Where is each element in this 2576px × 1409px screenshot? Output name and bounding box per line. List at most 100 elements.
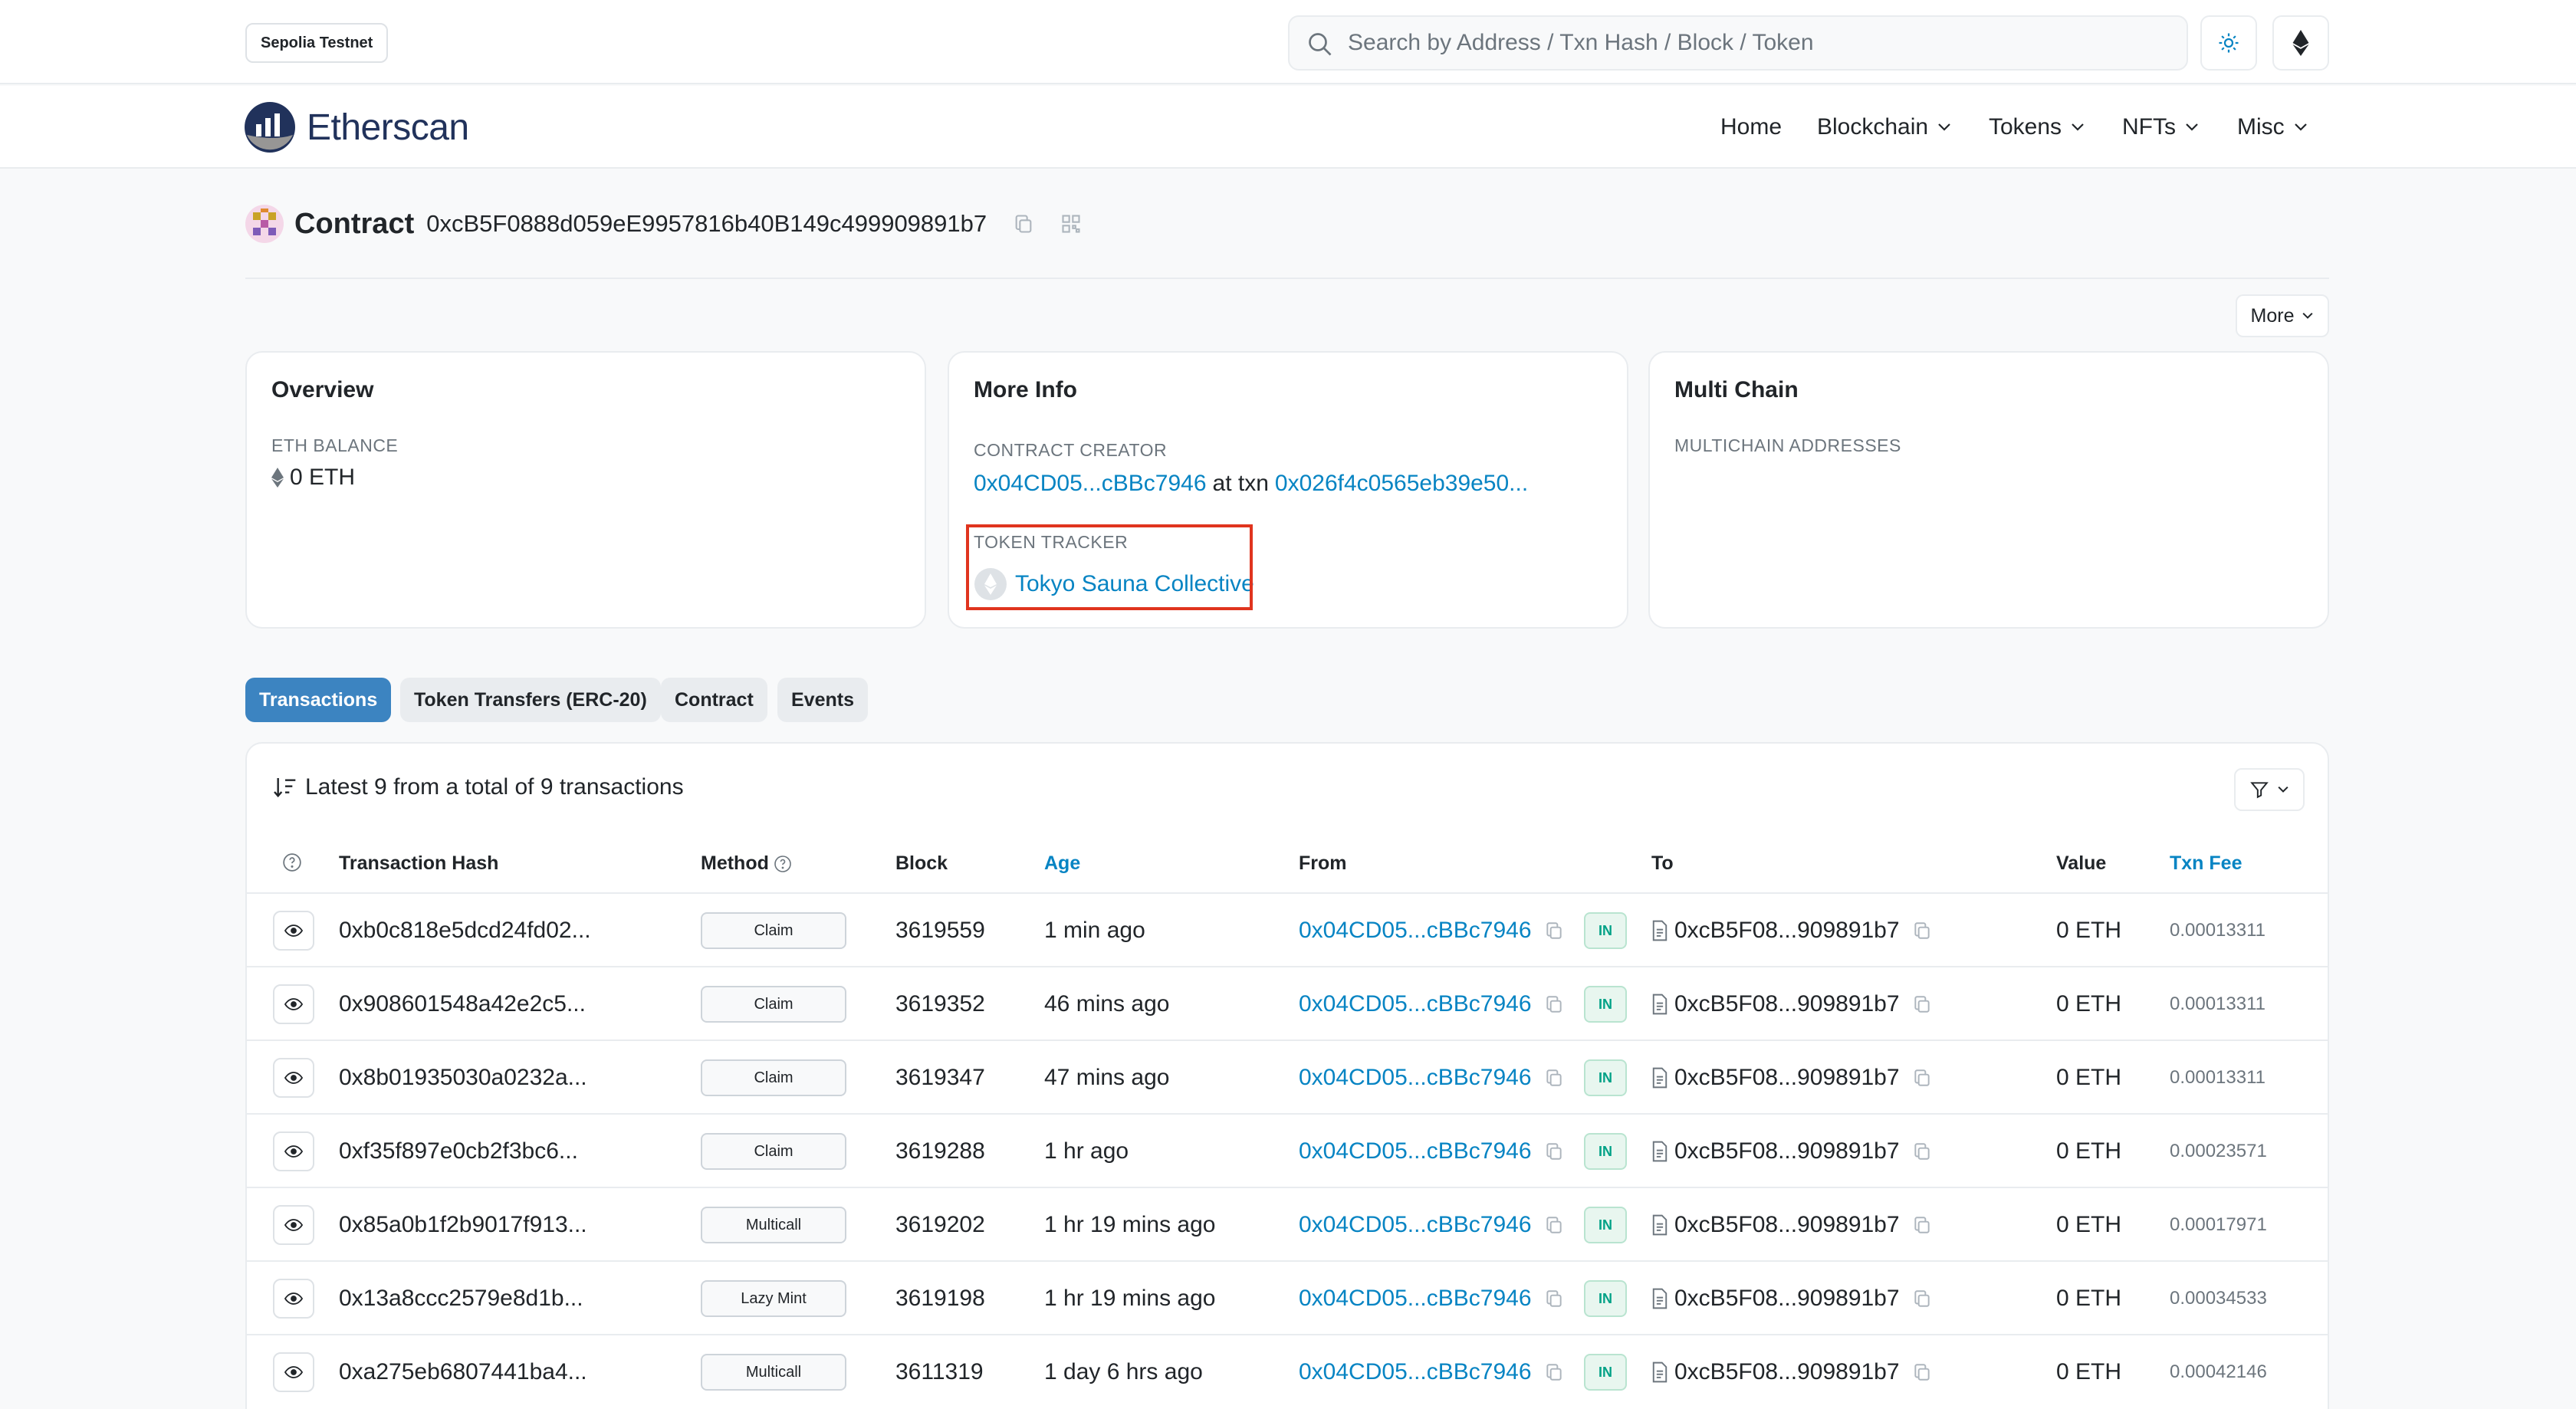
copy-icon[interactable]: [1544, 1068, 1564, 1088]
to-cell: 0xcB5F08...909891b7: [1651, 1041, 1932, 1115]
copy-icon[interactable]: [1912, 1362, 1932, 1382]
copy-icon[interactable]: [1544, 994, 1564, 1014]
copy-icon[interactable]: [1912, 921, 1932, 941]
copy-icon[interactable]: [1912, 1068, 1932, 1088]
search-input[interactable]: [1348, 17, 2176, 69]
from-cell: 0x04CD05...cBBc7946: [1299, 1115, 1564, 1188]
view-details-button[interactable]: [273, 1058, 314, 1098]
block-link[interactable]: 3619352: [895, 967, 985, 1041]
tab-token-transfers[interactable]: Token Transfers (ERC-20): [400, 678, 661, 722]
help-icon[interactable]: [774, 855, 792, 873]
copy-icon[interactable]: [1544, 1289, 1564, 1309]
view-details-button[interactable]: [273, 984, 314, 1024]
network-switch-button[interactable]: [2272, 15, 2329, 71]
nav-nfts[interactable]: NFTs: [2122, 110, 2199, 144]
view-details-button[interactable]: [273, 1279, 314, 1319]
tx-hash-link[interactable]: 0x13a8ccc2579e8d1b...: [339, 1262, 583, 1335]
from-address-link[interactable]: 0x04CD05...cBBc7946: [1299, 1359, 1532, 1385]
contract-creator: 0x04CD05...cBBc7946 at txn 0x026f4c0565e…: [974, 471, 1528, 497]
network-badge[interactable]: Sepolia Testnet: [245, 23, 389, 63]
view-details-button[interactable]: [273, 1205, 314, 1245]
tx-age: 1 hr 19 mins ago: [1044, 1212, 1216, 1237]
copy-icon[interactable]: [1544, 1215, 1564, 1235]
etherscan-logo[interactable]: Etherscan: [244, 98, 469, 156]
tx-age: 1 day 6 hrs ago: [1044, 1359, 1203, 1384]
search-box[interactable]: [1288, 15, 2188, 71]
to-cell: 0xcB5F08...909891b7: [1651, 1262, 1932, 1335]
creator-address-link[interactable]: 0x04CD05...cBBc7946: [974, 471, 1207, 497]
page-title: Contract: [294, 207, 415, 240]
theme-toggle-button[interactable]: [2200, 15, 2257, 71]
help-icon: [283, 853, 301, 872]
tx-hash-link[interactable]: 0xb0c818e5dcd24fd02...: [339, 894, 591, 967]
col-txn-fee[interactable]: Txn Fee: [2170, 852, 2242, 875]
from-cell: 0x04CD05...cBBc7946: [1299, 1262, 1564, 1335]
tab-events[interactable]: Events: [777, 678, 868, 722]
nav-tokens[interactable]: Tokens: [1989, 110, 2085, 144]
to-address[interactable]: 0xcB5F08...909891b7: [1674, 991, 1900, 1017]
to-address[interactable]: 0xcB5F08...909891b7: [1674, 1065, 1900, 1091]
multichain-addresses-label: MULTICHAIN ADDRESSES: [1674, 435, 1901, 455]
from-address-link[interactable]: 0x04CD05...cBBc7946: [1299, 1065, 1532, 1091]
tab-transactions[interactable]: Transactions: [245, 678, 392, 722]
col-transaction-hash: Transaction Hash: [339, 852, 499, 874]
eye-icon: [284, 1072, 303, 1084]
copy-icon[interactable]: [1544, 1362, 1564, 1382]
copy-icon[interactable]: [1013, 213, 1034, 235]
tx-hash-link[interactable]: 0x8b01935030a0232a...: [339, 1041, 587, 1115]
col-info[interactable]: [282, 852, 302, 872]
to-address[interactable]: 0xcB5F08...909891b7: [1674, 1138, 1900, 1164]
view-details-button[interactable]: [273, 1131, 314, 1171]
copy-icon[interactable]: [1544, 1141, 1564, 1161]
from-address-link[interactable]: 0x04CD05...cBBc7946: [1299, 918, 1532, 944]
from-address-link[interactable]: 0x04CD05...cBBc7946: [1299, 1138, 1532, 1164]
block-link[interactable]: 3611319: [895, 1335, 984, 1409]
view-details-button[interactable]: [273, 911, 314, 951]
nav-home[interactable]: Home: [1720, 110, 1782, 144]
from-cell: 0x04CD05...cBBc7946: [1299, 1188, 1564, 1262]
nav-blockchain[interactable]: Blockchain: [1817, 110, 1951, 144]
block-link[interactable]: 3619559: [895, 894, 985, 967]
tx-hash-link[interactable]: 0xf35f897e0cb2f3bc6...: [339, 1115, 578, 1188]
eye-icon: [284, 925, 303, 937]
filter-button[interactable]: [2234, 768, 2305, 811]
to-address[interactable]: 0xcB5F08...909891b7: [1674, 1286, 1900, 1312]
copy-icon[interactable]: [1544, 921, 1564, 941]
block-link[interactable]: 3619347: [895, 1041, 985, 1115]
block-link[interactable]: 3619198: [895, 1262, 985, 1335]
to-cell: 0xcB5F08...909891b7: [1651, 1115, 1932, 1188]
tx-age: 1 hr 19 mins ago: [1044, 1286, 1216, 1311]
view-details-button[interactable]: [273, 1352, 314, 1392]
tx-fee: 0.00023571: [2170, 1141, 2267, 1161]
to-address[interactable]: 0xcB5F08...909891b7: [1674, 918, 1900, 944]
sun-icon: [2219, 33, 2239, 53]
block-link[interactable]: 3619202: [895, 1188, 985, 1262]
tx-hash-link[interactable]: 0x85a0b1f2b9017f913...: [339, 1188, 587, 1262]
qr-code-icon[interactable]: [1060, 213, 1082, 235]
copy-icon[interactable]: [1912, 1215, 1932, 1235]
from-address-link[interactable]: 0x04CD05...cBBc7946: [1299, 991, 1532, 1017]
to-cell: 0xcB5F08...909891b7: [1651, 967, 1932, 1041]
creator-txn-link[interactable]: 0x026f4c0565eb39e50...: [1275, 471, 1528, 497]
col-age[interactable]: Age: [1044, 852, 1080, 875]
to-address[interactable]: 0xcB5F08...909891b7: [1674, 1359, 1900, 1385]
copy-icon[interactable]: [1912, 1141, 1932, 1161]
to-address[interactable]: 0xcB5F08...909891b7: [1674, 1212, 1900, 1238]
more-button[interactable]: More: [2236, 294, 2329, 337]
nav-misc-label: Misc: [2237, 114, 2285, 140]
copy-icon[interactable]: [1912, 1289, 1932, 1309]
col-method-label: Method: [701, 852, 769, 874]
to-cell: 0xcB5F08...909891b7: [1651, 1188, 1932, 1262]
from-address-link[interactable]: 0x04CD05...cBBc7946: [1299, 1286, 1532, 1312]
from-address-link[interactable]: 0x04CD05...cBBc7946: [1299, 1212, 1532, 1238]
block-link[interactable]: 3619288: [895, 1115, 985, 1188]
chevron-down-icon: [2278, 786, 2288, 793]
tx-age: 1 hr ago: [1044, 1138, 1129, 1164]
nav-misc[interactable]: Misc: [2237, 110, 2308, 144]
tab-contract[interactable]: Contract: [661, 678, 767, 722]
tx-hash-link[interactable]: 0xa275eb6807441ba4...: [339, 1335, 587, 1409]
tx-hash-link[interactable]: 0x908601548a42e2c5...: [339, 967, 586, 1041]
tx-age: 46 mins ago: [1044, 991, 1170, 1017]
contract-file-icon: [1652, 1214, 1668, 1236]
copy-icon[interactable]: [1912, 994, 1932, 1014]
